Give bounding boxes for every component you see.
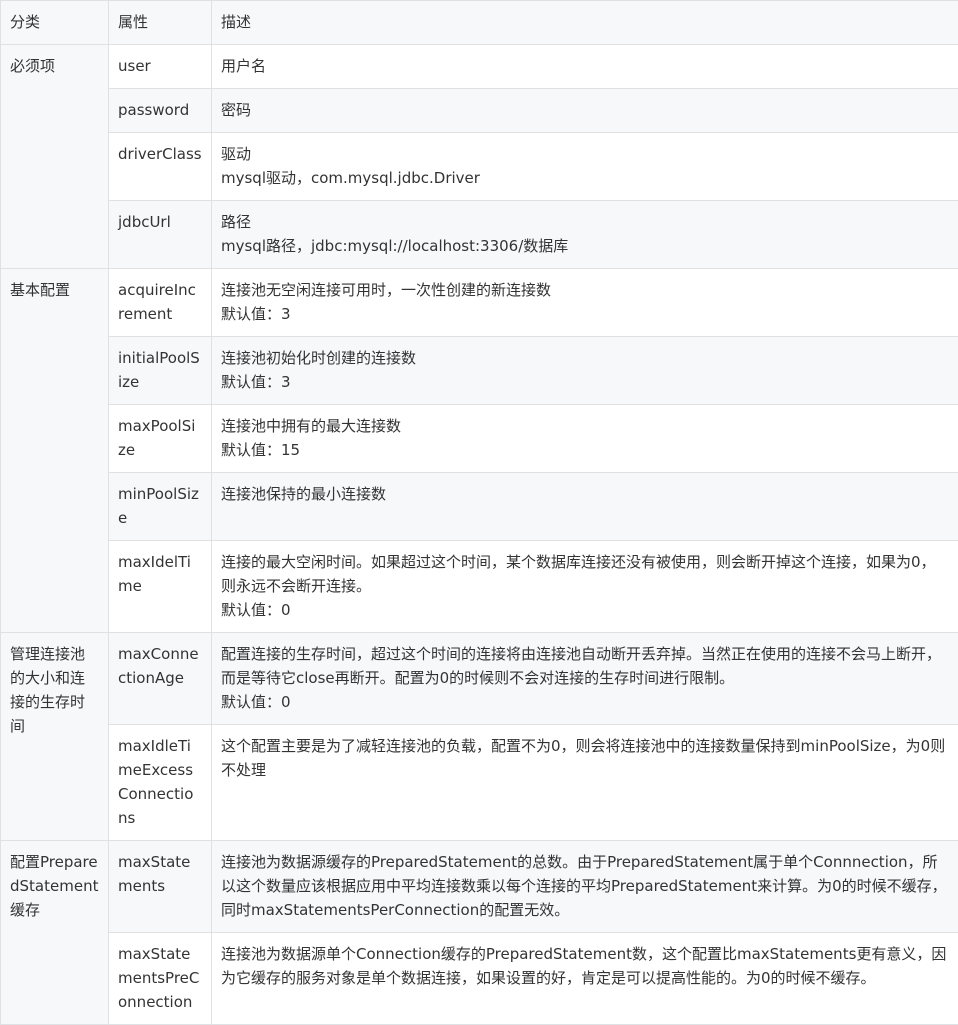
description-cell: 这个配置主要是为了减轻连接池的负载，配置不为0，则会将连接池中的连接数量保持到m… <box>212 725 958 841</box>
description-line: 默认值：0 <box>221 598 949 622</box>
description-line: mysql驱动，com.mysql.jdbc.Driver <box>221 166 949 190</box>
description-line: 连接池无空闲连接可用时，一次性创建的新连接数 <box>221 278 949 302</box>
description-line: 密码 <box>221 98 949 122</box>
description-cell: 路径mysql路径，jdbc:mysql://localhost:3306/数据… <box>212 201 958 269</box>
property-cell: password <box>109 89 212 133</box>
table-row: maxIdleTimeExcessConnections这个配置主要是为了减轻连… <box>1 725 958 841</box>
category-cell: 基本配置 <box>1 269 109 633</box>
property-cell: user <box>109 45 212 89</box>
table-row: jdbcUrl路径mysql路径，jdbc:mysql://localhost:… <box>1 201 958 269</box>
category-cell: 管理连接池的大小和连接的生存时间 <box>1 633 109 841</box>
property-cell: minPoolSize <box>109 473 212 541</box>
header-property: 属性 <box>109 1 212 45</box>
description-line: 这个配置主要是为了减轻连接池的负载，配置不为0，则会将连接池中的连接数量保持到m… <box>221 734 949 782</box>
description-cell: 用户名 <box>212 45 958 89</box>
description-line: 连接池为数据源单个Connection缓存的PreparedStatement数… <box>221 942 949 990</box>
description-cell: 连接的最大空闲时间。如果超过这个时间，某个数据库连接还没有被使用，则会断开掉这个… <box>212 541 958 633</box>
table-row: driverClass驱动mysql驱动，com.mysql.jdbc.Driv… <box>1 133 958 201</box>
description-line: 连接的最大空闲时间。如果超过这个时间，某个数据库连接还没有被使用，则会断开掉这个… <box>221 550 949 598</box>
description-line: 默认值：3 <box>221 302 949 326</box>
description-line: 连接池为数据源缓存的PreparedStatement的总数。由于Prepare… <box>221 850 949 922</box>
description-cell: 连接池为数据源缓存的PreparedStatement的总数。由于Prepare… <box>212 841 958 933</box>
description-line: 配置连接的生存时间，超过这个时间的连接将由连接池自动断开丢弃掉。当然正在使用的连… <box>221 642 949 690</box>
description-cell: 连接池初始化时创建的连接数默认值：3 <box>212 337 958 405</box>
description-cell: 配置连接的生存时间，超过这个时间的连接将由连接池自动断开丢弃掉。当然正在使用的连… <box>212 633 958 725</box>
description-cell: 连接池为数据源单个Connection缓存的PreparedStatement数… <box>212 933 958 1025</box>
description-line: 默认值：3 <box>221 370 949 394</box>
property-cell: acquireIncrement <box>109 269 212 337</box>
description-line: 连接池保持的最小连接数 <box>221 482 949 506</box>
property-cell: jdbcUrl <box>109 201 212 269</box>
table-row: maxStatementsPreConnection连接池为数据源单个Conne… <box>1 933 958 1025</box>
property-cell: driverClass <box>109 133 212 201</box>
description-cell: 密码 <box>212 89 958 133</box>
table-row: 配置PreparedStatement缓存maxStatements连接池为数据… <box>1 841 958 933</box>
property-cell: maxPoolSize <box>109 405 212 473</box>
description-cell: 连接池保持的最小连接数 <box>212 473 958 541</box>
table-row: 基本配置acquireIncrement连接池无空闲连接可用时，一次性创建的新连… <box>1 269 958 337</box>
description-cell: 连接池无空闲连接可用时，一次性创建的新连接数默认值：3 <box>212 269 958 337</box>
description-line: 默认值：15 <box>221 438 949 462</box>
table-row: password 密码 <box>1 89 958 133</box>
description-line: 驱动 <box>221 142 949 166</box>
category-cell: 必须项 <box>1 45 109 269</box>
description-line: 路径 <box>221 210 949 234</box>
description-cell: 连接池中拥有的最大连接数默认值：15 <box>212 405 958 473</box>
table-row: maxPoolSize连接池中拥有的最大连接数默认值：15 <box>1 405 958 473</box>
property-cell: maxStatements <box>109 841 212 933</box>
description-line: 连接池中拥有的最大连接数 <box>221 414 949 438</box>
description-line: 用户名 <box>221 54 949 78</box>
description-line: mysql路径，jdbc:mysql://localhost:3306/数据库 <box>221 234 949 258</box>
description-line: 连接池初始化时创建的连接数 <box>221 346 949 370</box>
property-cell: maxIdleTimeExcessConnections <box>109 725 212 841</box>
property-cell: maxIdelTime <box>109 541 212 633</box>
table-body: 必须项user用户名password密码driverClass驱动mysql驱动… <box>1 45 958 1025</box>
header-category: 分类 <box>1 1 109 45</box>
table-row: 必须项user用户名 <box>1 45 958 89</box>
table-header-row: 分类 属性 描述 <box>1 1 958 45</box>
config-table: 分类 属性 描述 必须项user 用户名 password 密码 driverClass… <box>0 0 958 1025</box>
table-row: maxIdelTime连接的最大空闲时间。如果超过这个时间，某个数据库连接还没有… <box>1 541 958 633</box>
table-row: minPoolSize 连接池保持的最小连接数 <box>1 473 958 541</box>
description-line: 默认值：0 <box>221 690 949 714</box>
description-cell: 驱动mysql驱动，com.mysql.jdbc.Driver <box>212 133 958 201</box>
property-cell: initialPoolSize <box>109 337 212 405</box>
property-cell: maxConnectionAge <box>109 633 212 725</box>
table-row: 管理连接池的大小和连接的生存时间maxConnectionAge配置连接的生存时… <box>1 633 958 725</box>
category-cell: 配置PreparedStatement缓存 <box>1 841 109 1025</box>
table-row: initialPoolSize连接池初始化时创建的连接数默认值：3 <box>1 337 958 405</box>
property-cell: maxStatementsPreConnection <box>109 933 212 1025</box>
header-description: 描述 <box>212 1 958 45</box>
